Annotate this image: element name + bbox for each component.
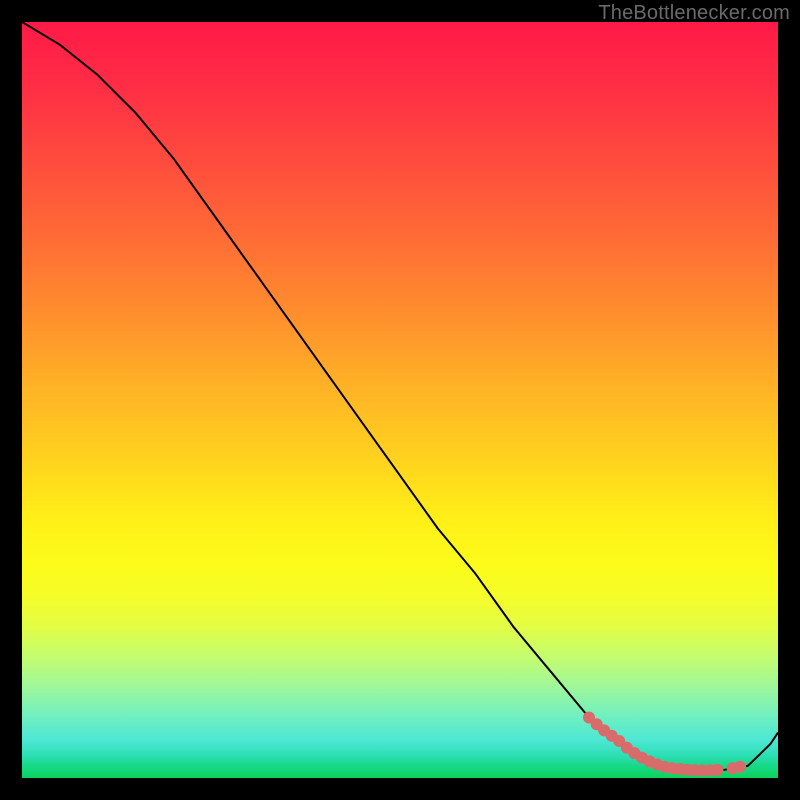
highlight-marker <box>613 735 625 747</box>
highlight-marker <box>689 764 701 776</box>
highlight-marker <box>606 730 618 742</box>
highlight-marker <box>583 712 595 724</box>
highlight-marker <box>628 747 640 759</box>
highlight-marker <box>712 764 724 776</box>
highlight-marker <box>704 764 716 776</box>
highlight-marker <box>651 758 663 770</box>
watermark-text: TheBottlenecker.com <box>598 2 790 25</box>
highlight-marker <box>621 742 633 754</box>
chart-stage: TheBottlenecker.com <box>0 0 800 800</box>
highlight-marker <box>598 724 610 736</box>
curve-layer <box>22 22 778 778</box>
highlight-marker <box>659 761 671 773</box>
highlight-marker <box>666 762 678 774</box>
highlight-marker <box>674 763 686 775</box>
highlight-marker <box>591 718 603 730</box>
highlight-marker <box>681 764 693 776</box>
highlight-marker <box>636 752 648 764</box>
bottleneck-curve <box>22 22 778 770</box>
plot-area <box>22 22 778 778</box>
highlight-marker <box>734 761 746 773</box>
highlight-marker <box>696 764 708 776</box>
highlight-marker <box>644 755 656 767</box>
highlight-marker <box>727 762 739 774</box>
